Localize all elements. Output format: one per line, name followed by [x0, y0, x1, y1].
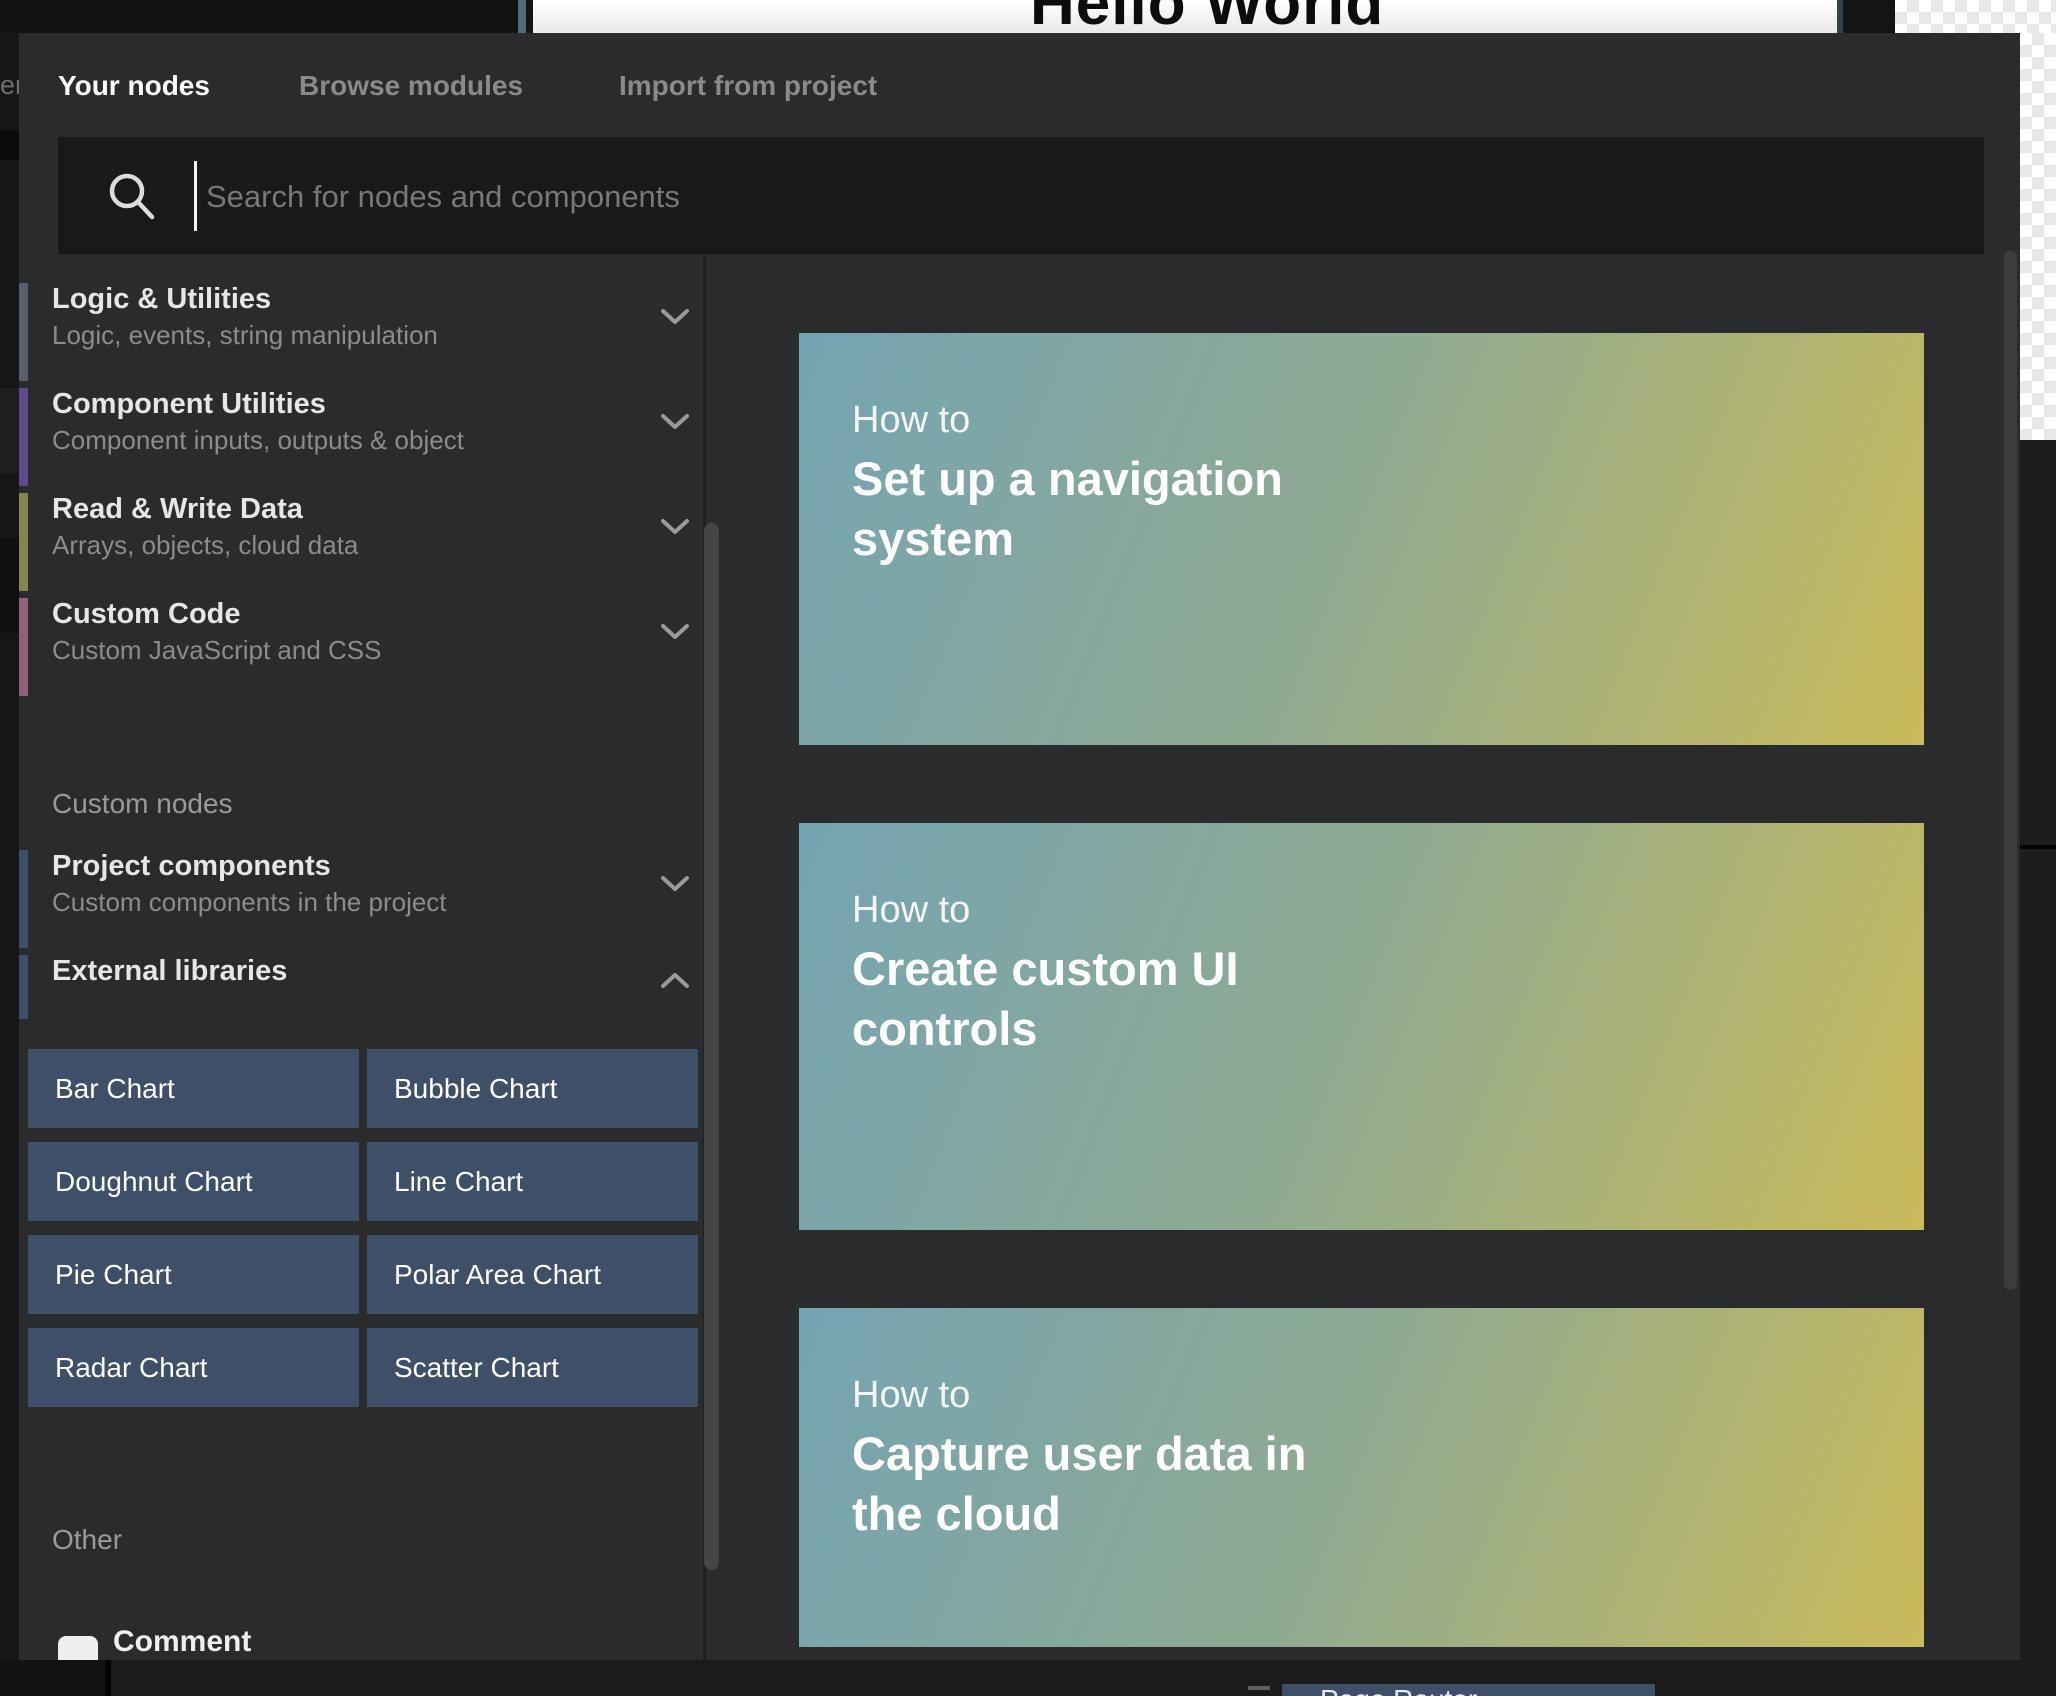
tab-import-from-project[interactable]: Import from project: [619, 70, 877, 102]
canvas-right-area: [2020, 440, 2056, 1696]
category-title: Component Utilities: [52, 388, 326, 421]
transparency-checker-top: testa: [1895, 0, 2056, 33]
canvas-left-block: [0, 388, 19, 473]
category-color-strip: [19, 955, 28, 1019]
section-header-custom-nodes: Custom nodes: [52, 788, 233, 820]
tab-your-nodes[interactable]: Your nodes: [58, 70, 210, 102]
card-title-line: Set up a navigation: [852, 451, 1283, 506]
search-input[interactable]: [204, 137, 1908, 256]
canvas-left-block: [0, 130, 19, 160]
chevron-down-icon: [661, 309, 689, 325]
library-node-scatter-chart[interactable]: Scatter Chart: [367, 1328, 698, 1407]
category-color-strip: [19, 388, 28, 486]
category-color-strip: [19, 850, 28, 948]
page-router-node[interactable]: Page Router: [1282, 1684, 1655, 1696]
category-title: Logic & Utilities: [52, 283, 271, 316]
canvas-top-left: [0, 0, 518, 33]
hello-world-heading: Hello World: [1030, 0, 1837, 33]
category-title: External libraries: [52, 955, 287, 988]
category-color-strip: [19, 598, 28, 696]
canvas-bottom-area: [111, 1660, 2056, 1696]
category-title: Read & Write Data: [52, 493, 303, 526]
category-row-external-libraries[interactable]: External libraries: [19, 955, 699, 1019]
search-icon: [106, 170, 158, 227]
card-title-line: Create custom UI: [852, 941, 1239, 996]
library-node-bar-chart[interactable]: Bar Chart: [28, 1049, 359, 1128]
search-bar[interactable]: [58, 137, 1984, 254]
transparency-checker-right: [2020, 33, 2056, 440]
section-header-other: Other: [52, 1524, 122, 1556]
category-row-component-utilities[interactable]: Component Utilities Component inputs, ou…: [19, 388, 699, 486]
node-picker-dialog: Your nodes Browse modules Import from pr…: [19, 33, 2020, 1660]
dialog-scrollbar-thumb[interactable]: [2004, 250, 2017, 1290]
library-node-polar-area-chart[interactable]: Polar Area Chart: [367, 1235, 698, 1314]
chevron-down-icon: [661, 519, 689, 535]
category-title: Project components: [52, 850, 331, 883]
category-row-read-write-data[interactable]: Read & Write Data Arrays, objects, cloud…: [19, 493, 699, 591]
card-eyebrow: How to: [852, 889, 970, 932]
preview-panel: Hello World: [533, 0, 1837, 33]
category-subtitle: Arrays, objects, cloud data: [52, 530, 358, 561]
chevron-up-icon: [661, 973, 689, 989]
text-caret: [194, 161, 197, 231]
card-eyebrow: How to: [852, 399, 970, 442]
card-title-line: the cloud: [852, 1486, 1061, 1541]
category-row-project-components[interactable]: Project components Custom components in …: [19, 850, 699, 948]
canvas-teal-line: [518, 0, 526, 33]
canvas-left-block: [0, 538, 19, 633]
canvas-horizontal-line: [2020, 845, 2056, 849]
category-color-strip: [19, 493, 28, 591]
page-router-label: Page Router: [1320, 1684, 1477, 1696]
canvas-bottom-left-block: [0, 1660, 106, 1696]
chevron-down-icon: [661, 624, 689, 640]
library-node-bubble-chart[interactable]: Bubble Chart: [367, 1049, 698, 1128]
canvas-vertical-line: [106, 1660, 111, 1696]
library-node-line-chart[interactable]: Line Chart: [367, 1142, 698, 1221]
category-row-custom-code[interactable]: Custom Code Custom JavaScript and CSS: [19, 598, 699, 696]
canvas-left-area: er: [0, 33, 19, 1660]
howto-card-user-data[interactable]: How to Capture user data in the cloud: [799, 1308, 1924, 1647]
list-scrollbar-thumb[interactable]: [704, 523, 719, 1570]
category-subtitle: Custom JavaScript and CSS: [52, 635, 381, 666]
screen: Hello World testa er Page Router Your no…: [0, 0, 2056, 1696]
canvas-black-panel: [1843, 0, 1895, 33]
howto-card-custom-ui[interactable]: How to Create custom UI controls: [799, 823, 1924, 1230]
chevron-down-icon: [661, 414, 689, 430]
node-row-comment[interactable]: Comment Place a comment in the node grap…: [19, 1595, 699, 1660]
category-subtitle: Component inputs, outputs & object: [52, 425, 464, 456]
card-eyebrow: How to: [852, 1374, 970, 1417]
howto-card-navigation[interactable]: How to Set up a navigation system: [799, 333, 1924, 745]
library-node-doughnut-chart[interactable]: Doughnut Chart: [28, 1142, 359, 1221]
category-row-logic-utilities[interactable]: Logic & Utilities Logic, events, string …: [19, 283, 699, 381]
library-node-pie-chart[interactable]: Pie Chart: [28, 1235, 359, 1314]
comment-title: Comment: [113, 1625, 251, 1659]
library-node-radar-chart[interactable]: Radar Chart: [28, 1328, 359, 1407]
card-title-line: controls: [852, 1001, 1037, 1056]
category-subtitle: Logic, events, string manipulation: [52, 320, 438, 351]
connector-stub: [1248, 1686, 1270, 1690]
card-title-line: system: [852, 511, 1014, 566]
category-subtitle: Custom components in the project: [52, 887, 447, 918]
category-color-strip: [19, 283, 28, 381]
card-title-line: Capture user data in: [852, 1426, 1306, 1481]
chevron-down-icon: [661, 876, 689, 892]
clipped-node-label: er: [0, 70, 19, 101]
comment-bubble-icon: [58, 1636, 98, 1660]
tab-browse-modules[interactable]: Browse modules: [299, 70, 523, 102]
category-title: Custom Code: [52, 598, 241, 631]
